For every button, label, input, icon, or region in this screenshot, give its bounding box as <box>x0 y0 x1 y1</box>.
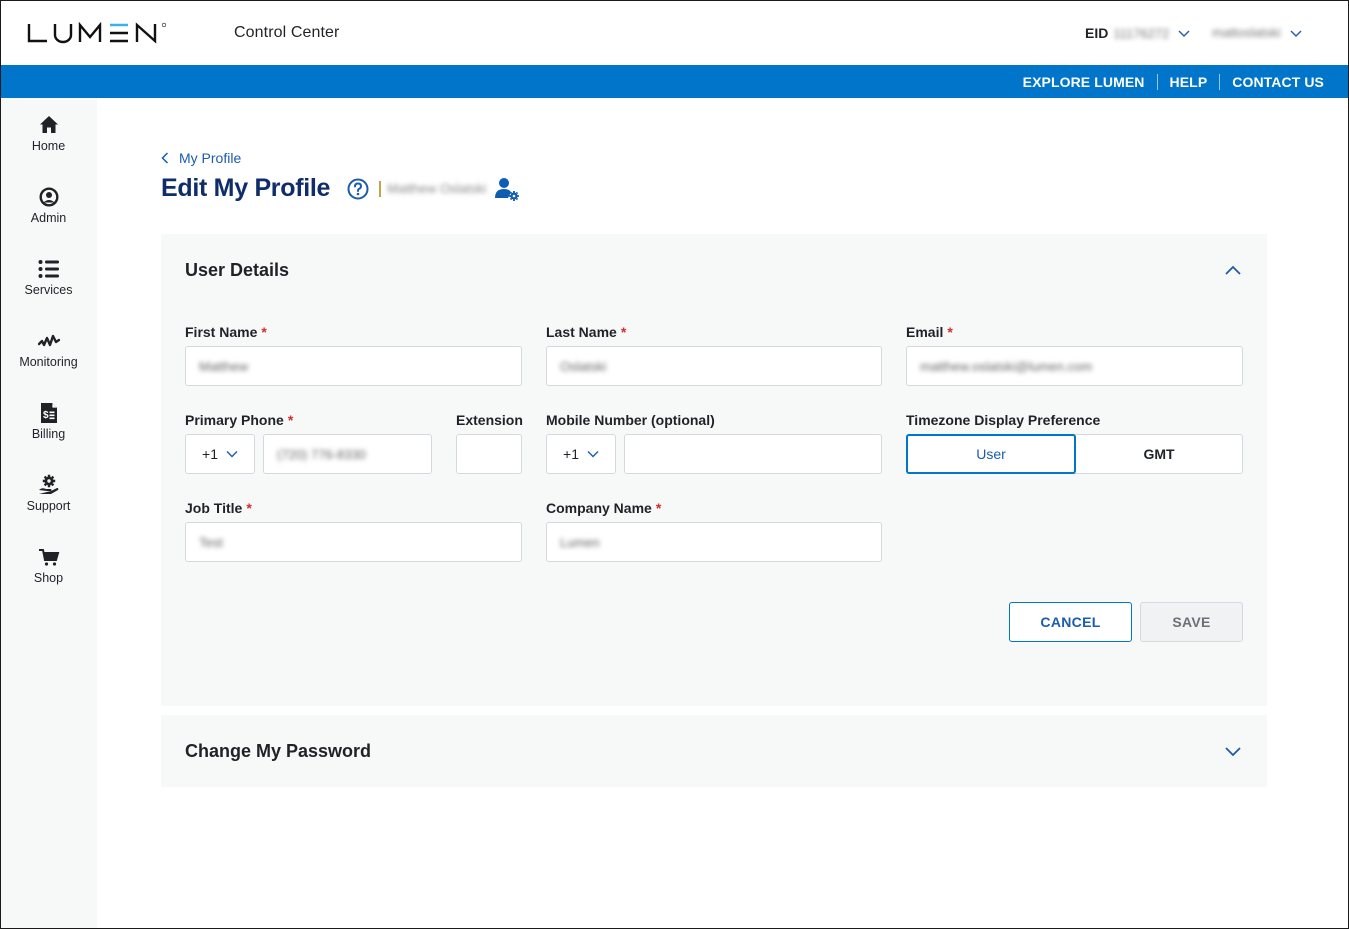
change-password-title: Change My Password <box>185 741 372 761</box>
sidebar-item-monitoring[interactable]: Monitoring <box>0 329 97 389</box>
timezone-option-gmt[interactable]: GMT <box>1076 435 1242 473</box>
user-settings-icon <box>495 177 520 201</box>
timezone-label: Timezone Display Preference <box>906 412 1101 428</box>
utility-nav: EXPLORE LUMEN HELP CONTACT US <box>0 65 1349 98</box>
email-input[interactable]: matthew.oslatski@lumen.com <box>906 346 1243 386</box>
mobile-number-label: Mobile Number (optional) <box>546 412 715 428</box>
sidebar-item-support[interactable]: Support <box>0 473 97 533</box>
sidebar-item-label: Billing <box>31 427 66 441</box>
eid-value: 11176272 <box>1113 25 1170 41</box>
chevron-left-icon <box>161 152 169 164</box>
sidebar-item-label: Services <box>24 283 73 297</box>
cart-icon <box>37 545 61 569</box>
sidebar-item-shop[interactable]: Shop <box>0 545 97 605</box>
list-icon <box>37 257 61 281</box>
primary-phone-label: Primary Phone * <box>185 412 294 428</box>
help-icon[interactable] <box>347 178 369 200</box>
back-to-my-profile-link[interactable]: My Profile <box>161 150 241 166</box>
lumen-logo[interactable] <box>27 22 169 44</box>
user-details-panel: User Details First Name * Matthew Last Na… <box>161 234 1267 706</box>
home-icon <box>37 113 61 137</box>
hand-gear-icon <box>37 473 61 497</box>
job-title-input[interactable]: Test <box>185 522 522 562</box>
change-password-panel[interactable]: Change My Password <box>161 715 1267 787</box>
company-name-input[interactable]: Lumen <box>546 522 882 562</box>
mobile-country-code-select[interactable]: +1 <box>546 434 616 474</box>
eid-selector[interactable]: EID 11176272 <box>1085 25 1190 41</box>
extension-label: Extension <box>456 412 523 428</box>
chevron-down-icon <box>587 451 599 458</box>
nav-help[interactable]: HELP <box>1158 74 1220 90</box>
country-code-value: +1 <box>563 446 579 462</box>
sidebar-item-billing[interactable]: $ Billing <box>0 401 97 461</box>
nav-contact-us[interactable]: CONTACT US <box>1220 74 1324 90</box>
last-name-label: Last Name * <box>546 324 627 340</box>
chevron-down-icon[interactable] <box>1223 741 1243 761</box>
pulse-icon <box>37 329 61 353</box>
sidebar-item-label: Support <box>26 499 71 513</box>
primary-phone-input[interactable]: (720) 776-8330 <box>263 434 432 474</box>
user-details-title: User Details <box>185 260 290 280</box>
chevron-down-icon <box>226 451 238 458</box>
eid-label: EID <box>1085 25 1109 41</box>
save-button[interactable]: SAVE <box>1140 602 1243 642</box>
company-name-label: Company Name * <box>546 500 662 516</box>
chevron-down-icon <box>1178 30 1190 37</box>
timezone-option-user[interactable]: User <box>906 434 1076 474</box>
sidebar-item-home[interactable]: Home <box>0 113 97 173</box>
job-title-label: Job Title * <box>185 500 252 516</box>
username: mattoslatski <box>1212 25 1281 40</box>
invoice-icon: $ <box>37 401 61 425</box>
user-menu[interactable]: mattoslatski <box>1212 25 1302 40</box>
sidebar-item-label: Admin <box>30 211 67 225</box>
sidebar: Home Admin Services Monitoring $ Billing… <box>0 98 97 929</box>
sidebar-item-label: Monitoring <box>19 355 78 369</box>
mobile-number-input[interactable] <box>624 434 882 474</box>
primary-phone-country-code-select[interactable]: +1 <box>185 434 255 474</box>
user-circle-icon <box>37 185 61 209</box>
email-label: Email * <box>906 324 953 340</box>
title-divider <box>379 180 382 197</box>
extension-input[interactable] <box>456 434 522 474</box>
top-header: Control Center EID 11176272 mattoslatski <box>0 0 1349 65</box>
sidebar-item-label: Shop <box>33 571 64 585</box>
chevron-up-icon[interactable] <box>1223 261 1243 281</box>
svg-text:$: $ <box>43 410 49 421</box>
profile-user-name: Matthew Oslatski <box>387 181 487 196</box>
last-name-input[interactable]: Oslatski <box>546 346 882 386</box>
cancel-button[interactable]: CANCEL <box>1009 602 1132 642</box>
first-name-label: First Name * <box>185 324 267 340</box>
page-title-row: Edit My Profile Matthew Oslatski <box>161 174 520 203</box>
lumen-logo-icon <box>27 22 167 44</box>
sidebar-item-services[interactable]: Services <box>0 257 97 317</box>
app-title: Control Center <box>234 24 340 41</box>
back-link-label: My Profile <box>179 150 242 166</box>
chevron-down-icon <box>1290 30 1302 37</box>
nav-explore-lumen[interactable]: EXPLORE LUMEN <box>1011 74 1157 90</box>
timezone-toggle: User GMT <box>906 434 1243 474</box>
page-title: Edit My Profile <box>161 174 331 202</box>
sidebar-item-admin[interactable]: Admin <box>0 185 97 245</box>
sidebar-item-label: Home <box>31 139 66 153</box>
country-code-value: +1 <box>202 446 218 462</box>
first-name-input[interactable]: Matthew <box>185 346 522 386</box>
